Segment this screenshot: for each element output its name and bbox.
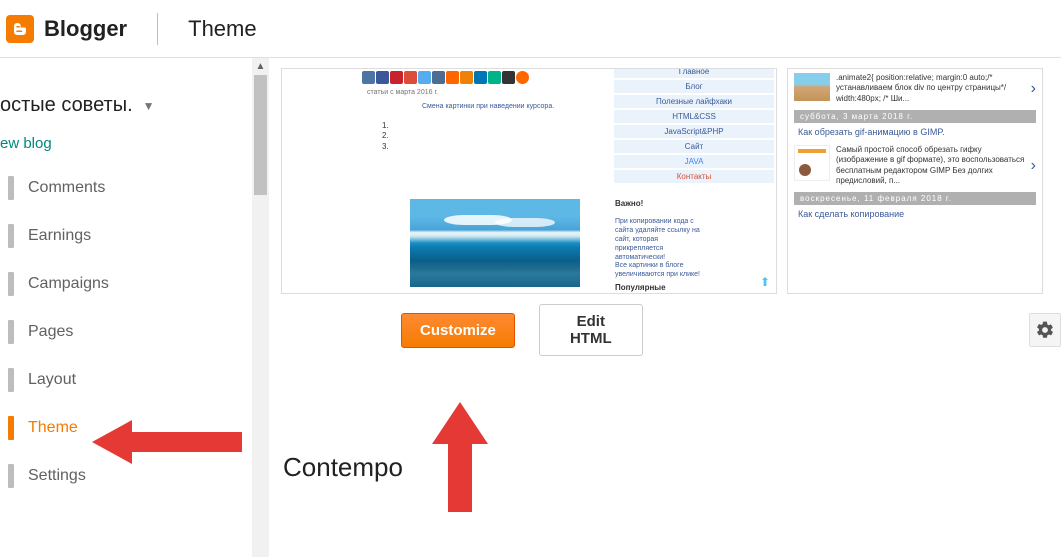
edit-html-button[interactable]: Edit HTML xyxy=(539,304,643,356)
preview-heading-popular: Популярные xyxy=(615,283,666,292)
preview-list: 1. 2. 3. xyxy=(382,121,389,152)
sidebar-item-comments[interactable]: Comments xyxy=(0,164,252,212)
nav-icon xyxy=(8,224,14,248)
sidebar-item-label: Layout xyxy=(28,371,76,389)
side-thumbnail xyxy=(794,73,830,101)
brand-name: Blogger xyxy=(44,16,127,42)
preview-subtitle: статьи с марта 2016 г. xyxy=(367,89,438,96)
side-thumbnail xyxy=(794,145,830,181)
blog-name: остые советы. xyxy=(0,94,133,117)
theme-preview-main[interactable]: статьи с марта 2016 г. Смена картинки пр… xyxy=(281,68,777,294)
side-post: .animate2{ position:relative; margin:0 a… xyxy=(788,69,1042,108)
nav-icon xyxy=(8,464,14,488)
nav-icon xyxy=(8,320,14,344)
nav-icon xyxy=(8,176,14,200)
page-title: Theme xyxy=(188,16,256,42)
sidebar-item-label: Earnings xyxy=(28,227,91,245)
nav-icon xyxy=(8,272,14,296)
sidebar-item-campaigns[interactable]: Campaigns xyxy=(0,260,252,308)
nav-icon xyxy=(8,416,14,440)
side-date: суббота, 3 марта 2018 г. xyxy=(794,110,1036,123)
side-snippet: .animate2{ position:relative; margin:0 a… xyxy=(836,73,1025,104)
preview-image xyxy=(410,199,580,287)
sidebar-item-label: Campaigns xyxy=(28,275,109,293)
side-post: Самый простой способ обрезать гифку (изо… xyxy=(788,141,1042,191)
customize-button[interactable]: Customize xyxy=(401,313,515,348)
chevron-right-icon: › xyxy=(1031,157,1036,175)
sidebar-item-label: Pages xyxy=(28,323,73,341)
sidebar-item-settings[interactable]: Settings xyxy=(0,452,252,500)
side-post-link: Как сделать копирование xyxy=(788,207,1042,223)
blog-selector[interactable]: остые советы. ▼ xyxy=(0,76,252,123)
settings-gear-button[interactable] xyxy=(1029,313,1061,347)
preview-note: Все картинки в блоге увеличиваются при к… xyxy=(615,261,705,279)
theme-preview-mobile[interactable]: .animate2{ position:relative; margin:0 a… xyxy=(787,68,1043,294)
gear-icon xyxy=(1035,320,1055,340)
sidebar-item-layout[interactable]: Layout xyxy=(0,356,252,404)
app-header: Blogger Theme xyxy=(0,0,1061,58)
main-content: статьи с марта 2016 г. Смена картинки пр… xyxy=(269,58,1061,557)
sidebar-nav: Comments Earnings Campaigns Pages Layout… xyxy=(0,164,252,500)
chevron-right-icon: › xyxy=(1031,80,1036,98)
scrollbar-thumb[interactable] xyxy=(254,75,267,195)
side-snippet: Самый простой способ обрезать гифку (изо… xyxy=(836,145,1025,187)
blogger-logo-icon xyxy=(6,15,34,43)
sidebar: остые советы. ▼ ew blog Comments Earning… xyxy=(0,58,252,557)
header-divider xyxy=(157,13,158,45)
sidebar-item-theme[interactable]: Theme xyxy=(0,404,252,452)
side-date: воскресенье, 11 февраля 2018 г. xyxy=(794,192,1036,205)
chevron-down-icon: ▼ xyxy=(143,99,155,113)
preview-post-link: Смена картинки при наведении курсора. xyxy=(422,103,554,110)
sidebar-item-earnings[interactable]: Earnings xyxy=(0,212,252,260)
sidebar-item-label: Settings xyxy=(28,467,86,485)
sidebar-item-pages[interactable]: Pages xyxy=(0,308,252,356)
nav-icon xyxy=(8,368,14,392)
theme-section-title: Contempo xyxy=(283,452,1061,483)
preview-heading-important: Важно! xyxy=(615,199,643,208)
sidebar-scrollbar[interactable]: ▲ xyxy=(252,58,269,557)
scroll-up-icon[interactable]: ▲ xyxy=(252,58,269,75)
sidebar-item-label: Comments xyxy=(28,179,105,197)
preview-nav-menu: Главное Блог Полезные лайфхаки HTML&CSS … xyxy=(614,68,774,185)
sidebar-item-label: Theme xyxy=(28,419,78,437)
side-post-link: Как обрезать gif-анимацию в GIMP. xyxy=(788,125,1042,141)
social-icons-row xyxy=(362,71,529,85)
view-blog-link[interactable]: ew blog xyxy=(0,135,52,152)
preview-note: При копировании кода с сайта удаляйте сс… xyxy=(615,217,705,262)
scroll-top-icon: ⬆ xyxy=(760,275,770,289)
